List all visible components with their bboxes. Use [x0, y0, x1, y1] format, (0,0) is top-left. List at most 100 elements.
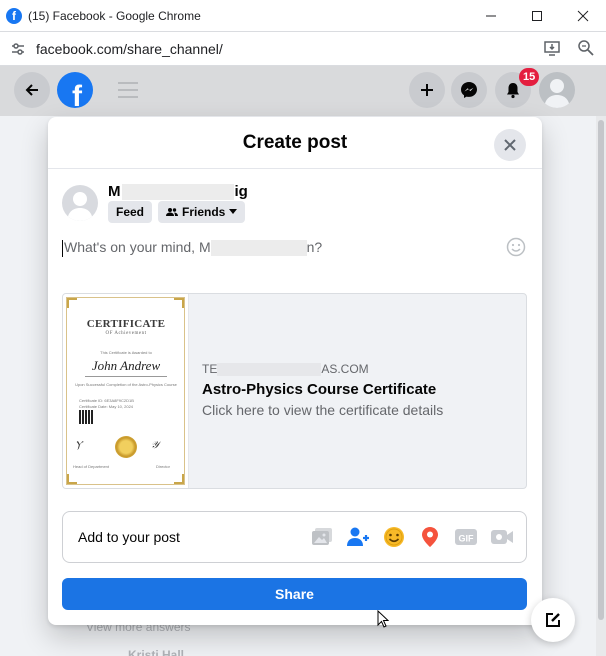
install-app-button[interactable] — [542, 38, 562, 58]
certificate-corner — [67, 298, 77, 308]
certificate-corner — [174, 474, 184, 484]
add-to-post-bar: Add to your post GIF — [62, 511, 527, 563]
close-window-button[interactable] — [560, 0, 606, 32]
certificate-seal-icon — [115, 436, 137, 458]
text-cursor — [62, 239, 63, 257]
certificate-sig-right-label: Director — [155, 464, 170, 469]
menu-icon — [118, 82, 138, 98]
gif-button[interactable]: GIF — [454, 525, 478, 549]
link-title: Astro-Physics Course Certificate — [202, 381, 437, 398]
certificate-thumbnail: CERTIFICATE OF Achievement This Certific… — [63, 294, 189, 488]
certificate-rule — [85, 376, 167, 377]
maximize-icon — [532, 11, 542, 21]
account-avatar[interactable] — [539, 72, 575, 108]
gif-icon: GIF — [455, 529, 477, 545]
photo-video-icon — [312, 528, 332, 545]
smiley-icon — [506, 237, 526, 257]
link-preview-card[interactable]: CERTIFICATE OF Achievement This Certific… — [62, 293, 527, 489]
author-name-end: ig — [234, 183, 248, 200]
feeling-icon — [384, 527, 404, 547]
certificate-recipient: John Andrew — [91, 358, 161, 373]
plus-icon — [421, 84, 433, 96]
signature-left: Ⲩ — [75, 440, 83, 451]
certificate-id: Certificate ID: 6E3A8F9C2D1B — [79, 398, 134, 403]
author-name: Mig — [108, 183, 248, 201]
user-silhouette-icon — [544, 79, 570, 108]
author-name-start: M — [108, 183, 121, 200]
certificate-corner — [174, 298, 184, 308]
create-button[interactable] — [409, 72, 445, 108]
audience-selector[interactable]: Friends — [158, 201, 246, 223]
tune-icon — [12, 42, 24, 55]
composer-placeholder-start: What's on your mind, M — [64, 239, 211, 255]
check-in-icon — [422, 527, 438, 547]
window-controls — [468, 0, 606, 32]
certificate-completion-line: Upon Successful Completion of the Astro-… — [75, 382, 177, 387]
tag-people-button[interactable] — [346, 525, 370, 549]
friends-icon — [166, 208, 178, 216]
certificate-subheading: OF Achievement — [105, 331, 147, 336]
facebook-favicon-icon: f — [6, 7, 22, 24]
site-settings-button[interactable] — [8, 39, 28, 59]
dialog-header: Create post — [48, 117, 542, 169]
certificate-awarded-line: This Certificate is Awarded to — [100, 350, 152, 355]
arrow-left-icon — [25, 84, 38, 96]
check-in-button[interactable] — [418, 525, 442, 549]
composer-placeholder-end: n? — [306, 239, 323, 255]
redaction — [121, 184, 234, 201]
zoom-icon — [578, 40, 594, 56]
user-silhouette-icon — [67, 192, 93, 221]
mouse-pointer-icon — [377, 609, 390, 633]
add-to-post-label: Add to your post — [78, 529, 180, 545]
post-text-input[interactable]: What's on your mind, M n? — [62, 239, 322, 257]
photo-video-button[interactable] — [310, 525, 334, 549]
chrome-title-bar: f (15) Facebook - Google Chrome — [0, 0, 606, 32]
live-video-button[interactable] — [490, 525, 514, 549]
dialog-title: Create post — [242, 131, 348, 153]
add-to-post-icons: GIF — [310, 525, 514, 549]
share-button[interactable]: Share — [62, 578, 527, 610]
link-domain: TE AS.COM — [202, 362, 369, 377]
certificate-sig-left-label: Head of Department — [72, 464, 110, 469]
friends-label: Friends — [182, 205, 226, 219]
feed-label: Feed — [116, 205, 145, 219]
certificate-date: Certificate Date: May 10, 2024 — [79, 404, 134, 409]
redaction — [217, 363, 322, 377]
back-button[interactable] — [14, 72, 50, 108]
install-app-icon — [544, 41, 560, 56]
certificate-heading: CERTIFICATE — [86, 318, 166, 330]
create-post-dialog: Create post Mig Feed Friends What's on y… — [48, 117, 542, 625]
url-text[interactable]: facebook.com/share_channel/ — [36, 41, 223, 57]
new-message-button[interactable] — [531, 598, 575, 642]
emoji-button[interactable] — [506, 237, 526, 257]
link-description: Click here to view the certificate detai… — [202, 402, 444, 418]
close-icon — [577, 10, 589, 22]
gif-text: GIF — [459, 534, 475, 544]
close-dialog-button[interactable] — [494, 129, 526, 161]
link-domain-end: AS.COM — [321, 362, 369, 376]
tag-people-icon — [347, 527, 369, 546]
redaction — [210, 240, 307, 257]
commenter-name[interactable]: Kristi Hall — [128, 648, 184, 656]
feed-chip[interactable]: Feed — [108, 201, 153, 223]
close-icon — [504, 139, 516, 151]
qr-code — [79, 410, 93, 424]
minimize-icon — [486, 15, 496, 17]
window-title: (15) Facebook - Google Chrome — [28, 8, 201, 23]
address-bar: facebook.com/share_channel/ — [0, 32, 606, 66]
messenger-button[interactable] — [451, 72, 487, 108]
messenger-icon — [461, 82, 477, 98]
feeling-activity-button[interactable] — [382, 525, 406, 549]
caret-down-icon — [229, 209, 238, 214]
maximize-button[interactable] — [514, 0, 560, 32]
zoom-button[interactable] — [576, 38, 596, 58]
live-video-icon — [491, 530, 513, 544]
minimize-button[interactable] — [468, 0, 514, 32]
link-domain-start: TE — [202, 362, 218, 376]
compose-icon — [546, 613, 560, 627]
facebook-logo[interactable]: f — [57, 72, 93, 108]
certificate-corner — [67, 474, 77, 484]
author-avatar — [62, 185, 98, 221]
page-scrollbar[interactable] — [598, 120, 604, 620]
facebook-logo-letter: f — [72, 80, 82, 109]
